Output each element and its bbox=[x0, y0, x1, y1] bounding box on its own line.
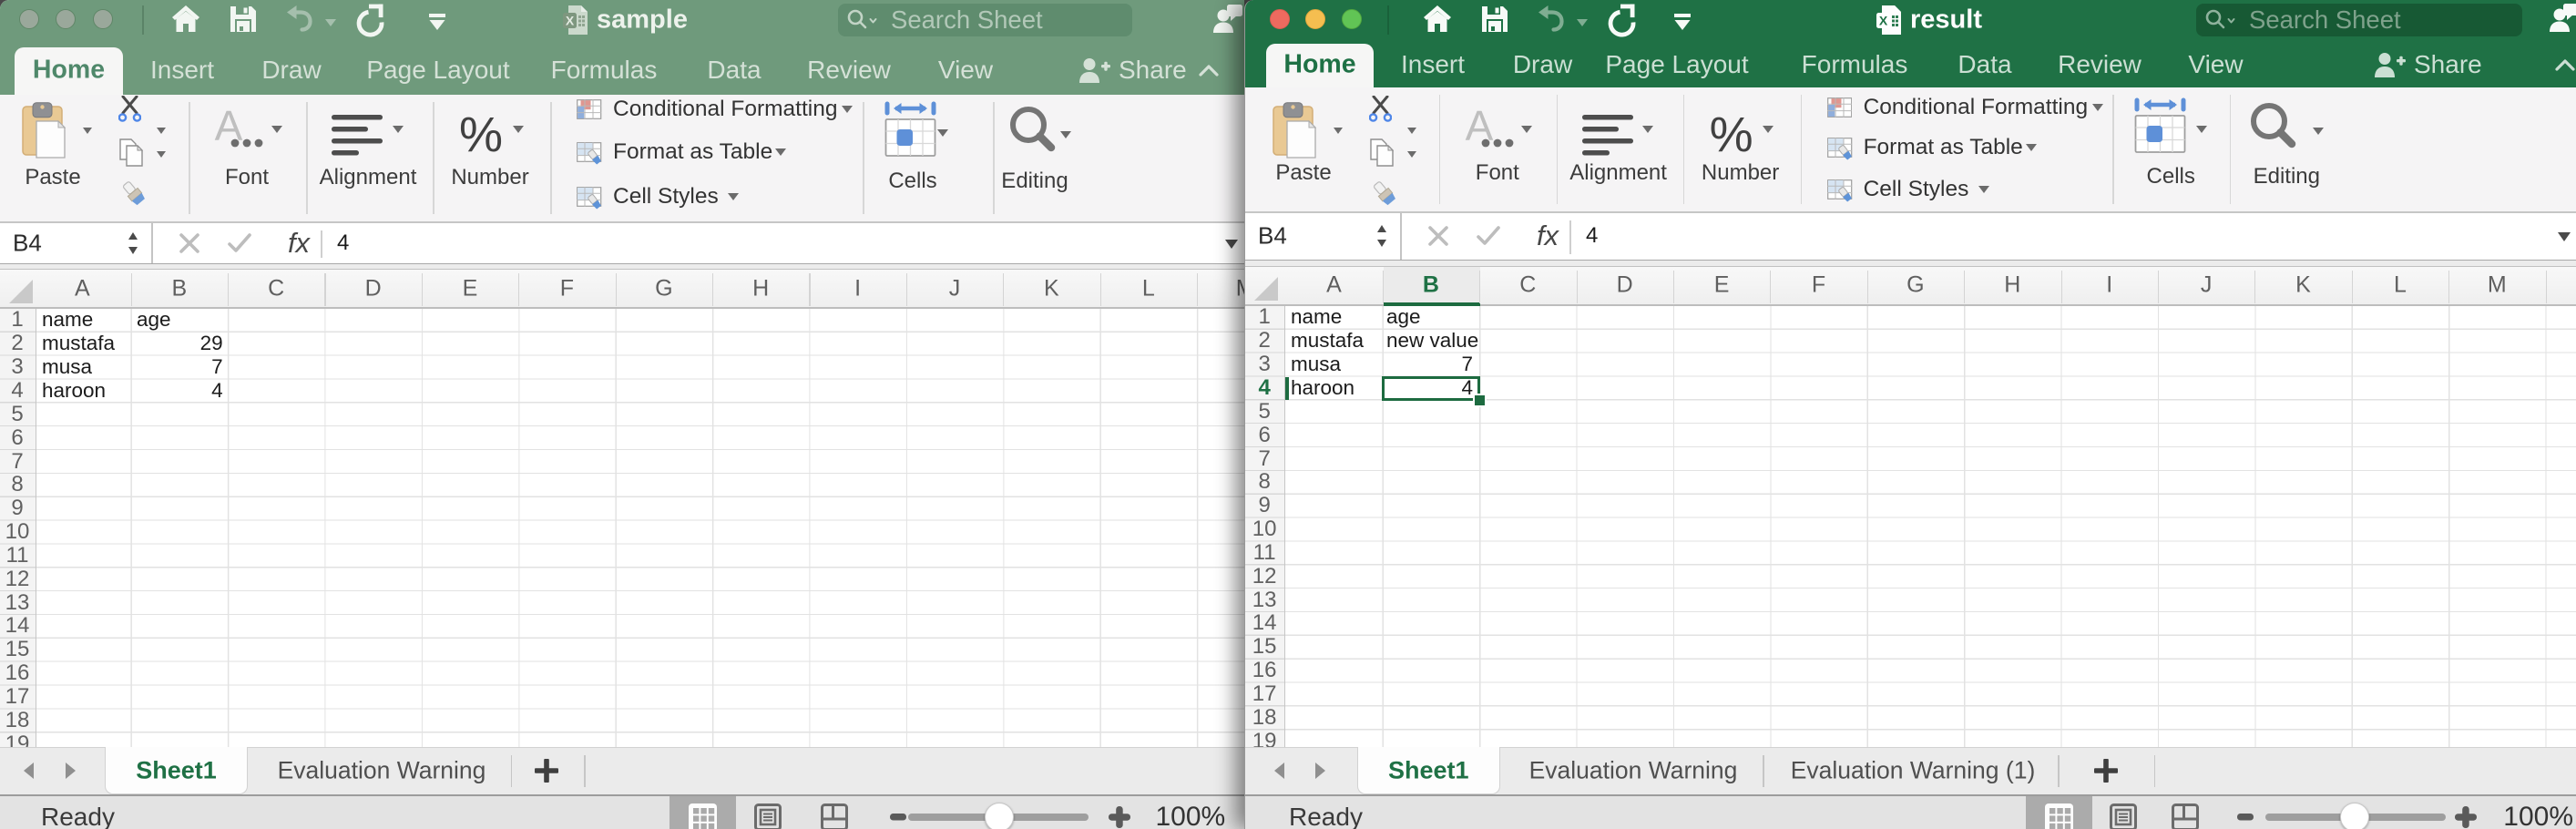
svg-text:X: X bbox=[566, 14, 575, 28]
svg-text:X: X bbox=[1879, 14, 1888, 28]
